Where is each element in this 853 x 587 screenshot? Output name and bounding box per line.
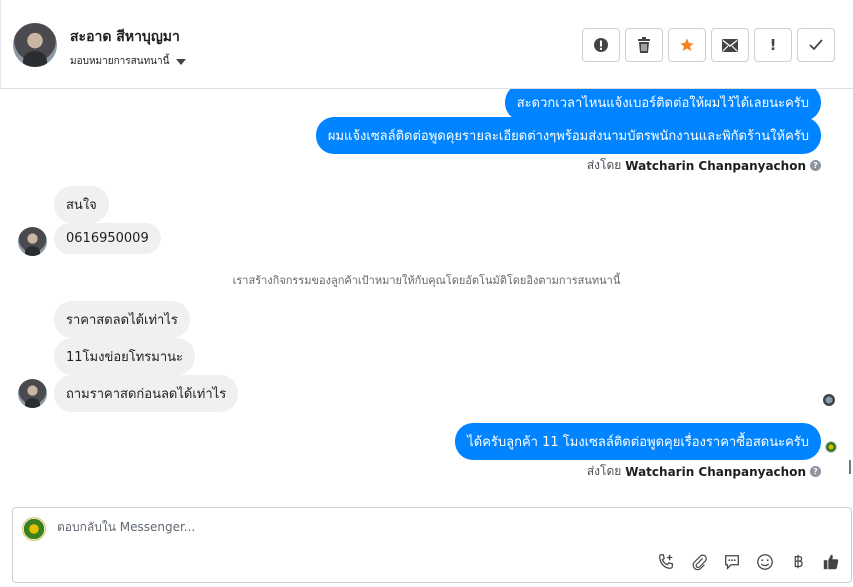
- sent-by-name[interactable]: Watcharin Chanpanyachon: [625, 465, 806, 479]
- exclamation-icon: !: [769, 36, 777, 54]
- mark-unread-button[interactable]: [711, 28, 749, 62]
- thumbs-up-icon: [823, 554, 839, 570]
- contact-name[interactable]: สะอาด สีหาบุญมา: [70, 26, 180, 48]
- delete-button[interactable]: [625, 28, 663, 62]
- reply-composer: [12, 507, 852, 583]
- sent-by-label: ส่งโดย Watcharin Chanpanyachon ?: [587, 156, 821, 175]
- contact-avatar-small[interactable]: [18, 379, 47, 408]
- message-outgoing[interactable]: ได้ครับลูกค้า 11 โมงเซลล์ติดต่อพูดคุยเรื…: [455, 423, 821, 460]
- sent-by-name[interactable]: Watcharin Chanpanyachon: [625, 159, 806, 173]
- scrollbar-mark[interactable]: [849, 93, 853, 103]
- assign-conversation-dropdown[interactable]: มอบหมายการสนทนานี้: [70, 54, 187, 69]
- mark-spam-button[interactable]: [582, 28, 620, 62]
- call-button[interactable]: [656, 552, 676, 572]
- message-incoming[interactable]: ถามราคาสดก่อนลดได้เท่าไร: [54, 375, 239, 412]
- message-incoming[interactable]: 0616950009: [54, 223, 161, 254]
- page-seen-icon: [825, 441, 837, 453]
- caret-down-icon: [176, 58, 187, 65]
- envelope-icon: [722, 38, 738, 52]
- paperclip-icon: [692, 554, 707, 571]
- page-avatar: [22, 517, 46, 541]
- smiley-icon: [757, 554, 773, 570]
- sent-by-label: ส่งโดย Watcharin Chanpanyachon ?: [587, 462, 821, 481]
- conversation-toolbar: !: [582, 28, 835, 62]
- seen-avatar-icon: [823, 394, 835, 406]
- message-thread[interactable]: สะดวกเวลาไหนแจ้งเบอร์ติดต่อให้ผมไว้ได้เล…: [0, 89, 853, 499]
- composer-tools: [656, 552, 841, 572]
- trash-icon: [638, 37, 650, 53]
- scrollbar-handle[interactable]: [849, 460, 853, 474]
- message-incoming[interactable]: สนใจ: [54, 186, 109, 223]
- help-icon[interactable]: ?: [810, 160, 821, 171]
- sent-by-prefix: ส่งโดย: [586, 158, 622, 172]
- emoji-button[interactable]: [755, 552, 775, 572]
- reply-input[interactable]: [57, 520, 757, 534]
- saved-replies-button[interactable]: [722, 552, 742, 572]
- follow-up-button[interactable]: !: [754, 28, 792, 62]
- payment-button[interactable]: [788, 552, 808, 572]
- star-icon: [680, 38, 694, 51]
- alert-circle-icon: [594, 38, 608, 52]
- mark-done-button[interactable]: [797, 28, 835, 62]
- contact-avatar[interactable]: [13, 23, 57, 67]
- message-incoming[interactable]: ราคาสดลดได้เท่าไร: [54, 301, 190, 338]
- message-outgoing[interactable]: ผมแจ้งเซลล์ติดต่อพูดคุยรายละเอียดต่างๆพร…: [315, 117, 821, 154]
- baht-icon: [794, 554, 803, 569]
- like-button[interactable]: [821, 552, 841, 572]
- message-incoming[interactable]: 11โมงข่อยโทรมานะ: [54, 338, 196, 375]
- system-activity-note: เราสร้างกิจกรรมของลูกค้าเป้าหมายให้กับคุ…: [232, 274, 621, 287]
- attach-button[interactable]: [689, 552, 709, 572]
- conversation-header: สะอาด สีหาบุญมา มอบหมายการสนทนานี้ !: [0, 0, 853, 89]
- chat-bubble-icon: [725, 555, 739, 570]
- assign-label: มอบหมายการสนทนานี้: [70, 56, 170, 67]
- star-button[interactable]: [668, 28, 706, 62]
- checkmark-icon: [809, 39, 823, 51]
- sent-by-prefix: ส่งโดย: [586, 464, 622, 478]
- contact-avatar-small[interactable]: [18, 227, 47, 256]
- phone-plus-icon: [659, 554, 673, 569]
- help-icon[interactable]: ?: [810, 466, 821, 477]
